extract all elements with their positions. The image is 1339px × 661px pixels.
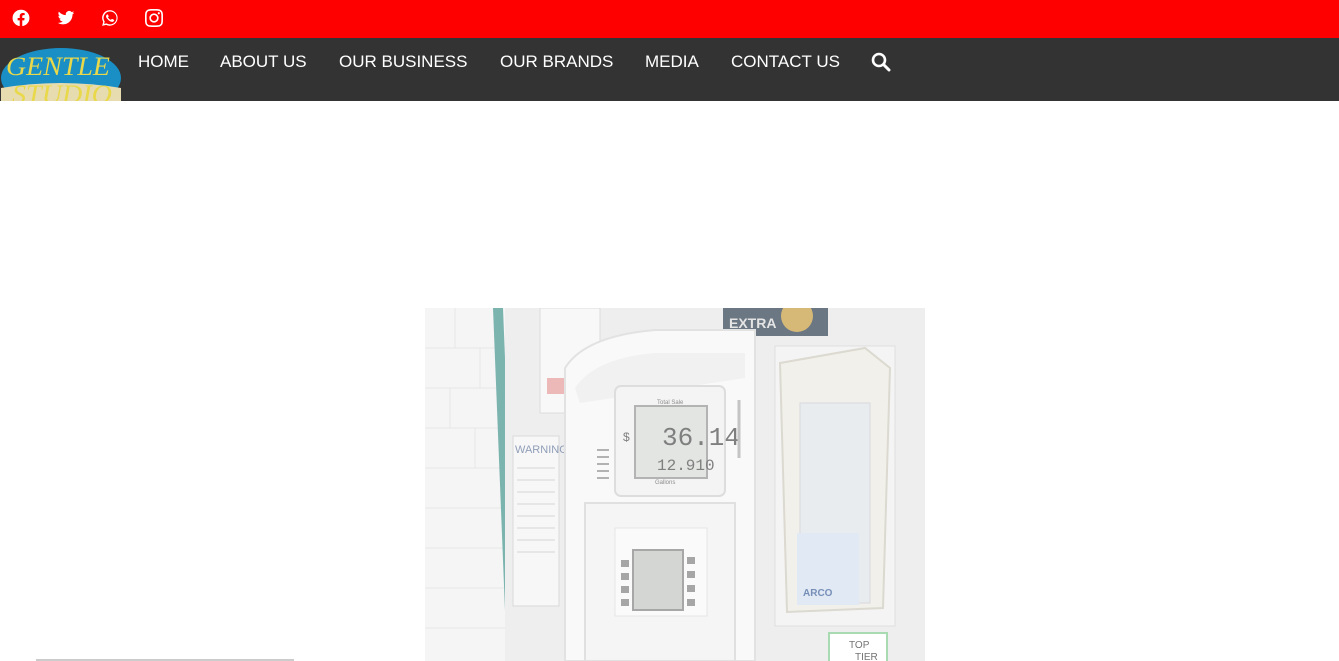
facebook-icon[interactable] (11, 8, 31, 28)
main-navbar: GENTLE STUDIO HOME ABOUT US OUR BUSINESS… (0, 38, 1339, 101)
nav-our-business[interactable]: OUR BUSINESS (339, 52, 467, 72)
nav-media[interactable]: MEDIA (645, 52, 699, 72)
whatsapp-icon[interactable] (100, 8, 120, 28)
nav-home[interactable]: HOME (138, 52, 189, 72)
hero-image-gas-pump: EXTRA WARNING Total Sale $ 36.14 12.910 … (425, 308, 925, 661)
site-logo[interactable]: GENTLE STUDIO (0, 48, 122, 101)
twitter-icon[interactable] (56, 8, 76, 28)
instagram-icon[interactable] (144, 8, 164, 28)
nav-about-us[interactable]: ABOUT US (220, 52, 307, 72)
nav-contact-us[interactable]: CONTACT US (731, 52, 840, 72)
logo-text-line2: STUDIO (12, 80, 112, 101)
logo-text-line1: GENTLE (6, 52, 110, 81)
nav-our-brands[interactable]: OUR BRANDS (500, 52, 613, 72)
social-top-bar (0, 0, 1339, 38)
search-icon[interactable] (871, 52, 891, 72)
